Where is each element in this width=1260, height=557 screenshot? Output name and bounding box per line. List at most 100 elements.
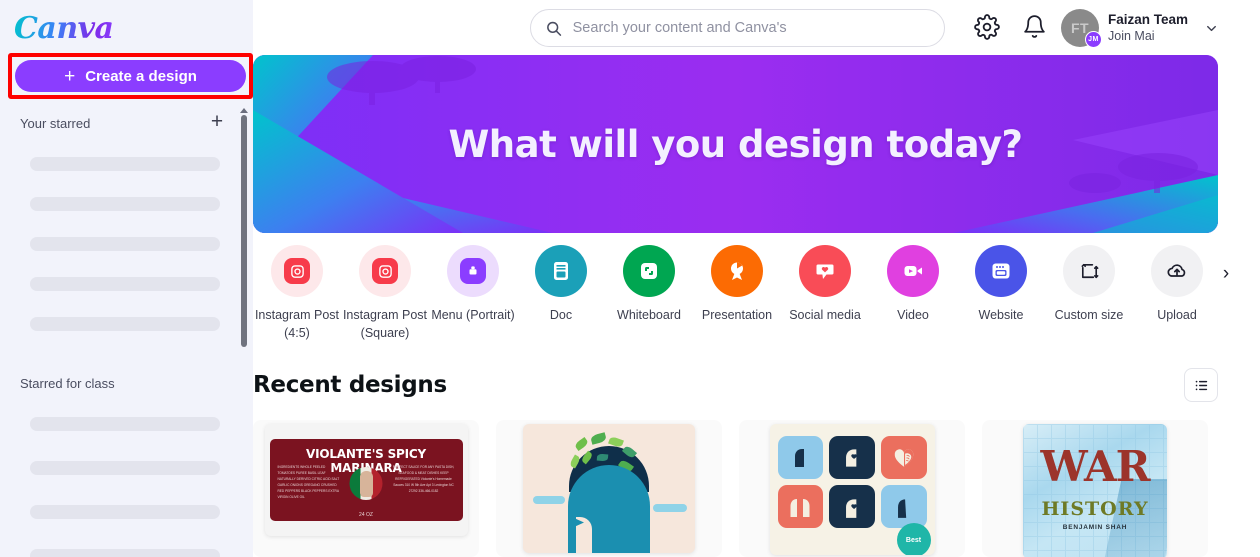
chevron-down-icon: [1207, 25, 1216, 31]
category-presentation[interactable]: Presentation: [693, 245, 781, 324]
head-heart-icon: [846, 448, 857, 467]
hero-banner[interactable]: What will you design today?: [253, 55, 1218, 233]
create-design-highlight: + Create a design: [8, 53, 253, 99]
category-instagram-post-square[interactable]: Instagram Post (Square): [341, 245, 429, 342]
list-view-toggle[interactable]: [1184, 368, 1218, 402]
category-label: Instagram Post (Square): [342, 308, 428, 341]
whiteboard-icon: [623, 245, 675, 297]
label-description: PERFECT SAUCE FOR ANY PASTA DISH, SEAFOO…: [392, 465, 455, 493]
book-title: WAR: [1040, 442, 1151, 491]
category-label: Upload: [1157, 308, 1197, 322]
social-media-icon: [799, 245, 851, 297]
main-content: FT JM Faizan Team Join Mai: [253, 0, 1260, 557]
create-design-label: Create a design: [85, 67, 197, 85]
skeleton-item: [30, 461, 220, 475]
starred-for-class-heading: Starred for class: [20, 376, 115, 391]
sidebar-scrollbar[interactable]: [240, 108, 248, 348]
design-card[interactable]: Best: [739, 420, 965, 557]
category-custom-size[interactable]: Custom size: [1045, 245, 1133, 324]
search-icon: [547, 21, 562, 36]
design-thumbnail: Best: [769, 424, 935, 555]
category-social-media[interactable]: Social media: [781, 245, 869, 324]
account-text: Faizan Team Join Mai: [1108, 12, 1188, 45]
presentation-icon: [711, 245, 763, 297]
head-heart-icon: [846, 498, 857, 518]
skeleton-item: [30, 197, 220, 211]
account-name: Faizan Team: [1108, 11, 1189, 27]
book-subtitle: HISTORY: [1041, 498, 1149, 520]
category-label: Website: [978, 308, 1024, 322]
avatar: FT JM: [1061, 9, 1102, 48]
design-thumbnail: VIOLANTE'S SPICY MARINARA INGREDIENTS WH…: [264, 424, 468, 536]
head-icon: [795, 448, 805, 467]
category-label: Presentation: [701, 308, 773, 322]
website-icon: [975, 245, 1027, 297]
canva-homepage: Canva + Create a design Your starred + S…: [0, 0, 1260, 557]
category-label: Doc: [549, 308, 573, 322]
design-card[interactable]: [496, 420, 722, 557]
banner-title: What will you design today?: [448, 122, 1023, 166]
canva-logo[interactable]: Canva: [14, 11, 114, 46]
recent-designs-grid: VIOLANTE'S SPICY MARINARA INGREDIENTS WH…: [253, 420, 1228, 557]
category-instagram-post-45[interactable]: Instagram Post (4:5): [253, 245, 341, 342]
category-label: Whiteboard: [617, 308, 681, 322]
doc-icon: [535, 245, 587, 297]
notifications-button[interactable]: [1022, 14, 1048, 40]
category-label: Custom size: [1054, 308, 1124, 322]
add-starred-icon[interactable]: +: [207, 111, 227, 133]
search-bar[interactable]: [530, 9, 945, 47]
chevron-right-icon[interactable]: ›: [1215, 263, 1237, 285]
resize-icon: [1063, 245, 1115, 297]
create-design-button[interactable]: + Create a design: [15, 60, 246, 92]
category-video[interactable]: Video: [869, 245, 957, 324]
head-icon: [897, 498, 906, 518]
avatar-badge: JM: [1085, 31, 1102, 48]
design-card[interactable]: VIOLANTE'S SPICY MARINARA INGREDIENTS WH…: [253, 420, 479, 557]
category-upload[interactable]: Upload ›: [1133, 245, 1229, 324]
category-label: Instagram Post (4:5): [254, 308, 340, 341]
instagram-icon: [284, 258, 310, 284]
flag-emblem: [349, 467, 383, 500]
settings-button[interactable]: [974, 14, 1000, 40]
gear-icon: [974, 14, 1000, 40]
design-type-list: Instagram Post (4:5) Instagram Post (Squ…: [253, 245, 1229, 355]
category-label: Video: [897, 308, 929, 322]
instagram-icon: [372, 258, 398, 284]
skeleton-item: [30, 277, 220, 291]
label-ingredients: INGREDIENTS WHOLE PEELED TOMATOES PUREE …: [277, 465, 340, 499]
design-card[interactable]: WAR HISTORY BENJAMIN SHAH: [982, 420, 1208, 557]
page-title: Recent designs: [253, 372, 447, 398]
book-author: BENJAMIN SHAH: [1062, 524, 1128, 531]
skeleton-item: [30, 237, 220, 251]
search-input[interactable]: [572, 20, 930, 36]
sidebar: Canva + Create a design Your starred + S…: [0, 0, 253, 557]
menu-doc-icon: [460, 258, 486, 284]
scrollbar-thumb[interactable]: [241, 115, 247, 347]
category-label: Social media: [789, 308, 861, 322]
category-doc[interactable]: Doc: [517, 245, 605, 324]
recent-designs-header: Recent designs: [253, 368, 1218, 402]
scroll-up-arrow-icon[interactable]: [240, 108, 248, 113]
category-whiteboard[interactable]: Whiteboard: [605, 245, 693, 324]
skeleton-item: [30, 505, 220, 519]
skeleton-item: [30, 157, 220, 171]
plus-icon: +: [64, 65, 76, 87]
category-website[interactable]: Website: [957, 245, 1045, 324]
label-size: 24 OZ: [359, 512, 373, 518]
list-view-icon: [1195, 380, 1207, 390]
category-menu-portrait[interactable]: Menu (Portrait): [429, 245, 517, 324]
heart-brain-icon: [894, 448, 913, 467]
two-heads-icon: [790, 498, 810, 517]
bell-icon: [1024, 15, 1045, 38]
skeleton-item: [30, 549, 220, 557]
top-header: FT JM Faizan Team Join Mai: [253, 0, 1260, 55]
category-label: Menu (Portrait): [431, 308, 515, 322]
design-thumbnail: WAR HISTORY BENJAMIN SHAH: [1023, 424, 1167, 557]
account-menu[interactable]: FT JM Faizan Team Join Mai: [1061, 8, 1219, 48]
your-starred-heading: Your starred: [20, 116, 91, 131]
account-subtitle: Join Mai: [1108, 28, 1155, 43]
upload-cloud-icon: [1151, 245, 1203, 297]
video-icon: [887, 245, 939, 297]
design-thumbnail: [523, 424, 695, 553]
skeleton-item: [30, 417, 220, 431]
